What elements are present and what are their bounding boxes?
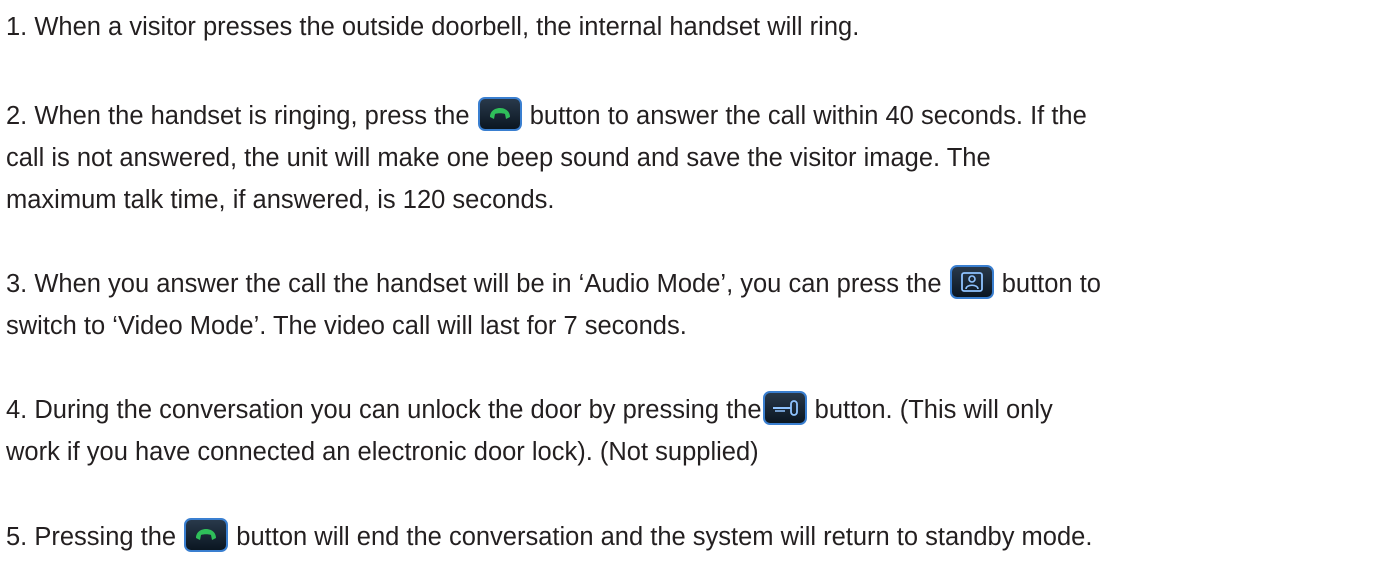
step-5-text-before-icon: 5. Pressing the (6, 523, 177, 551)
step-2-line-3: maximum talk time, if answered, is 120 s… (6, 186, 555, 214)
step-4-line-2: work if you have connected an electronic… (6, 438, 759, 466)
phone-handset-icon (477, 97, 522, 131)
step-3-text-before-icon: 3. When you answer the call the handset … (6, 270, 942, 298)
step-4-text-after-icon: button. (This will only (814, 396, 1053, 424)
step-2-text-before-icon: 2. When the handset is ringing, press th… (6, 102, 470, 130)
step-5-text-after-icon: button will end the conversation and the… (236, 523, 1093, 551)
step-5: 5. Pressing the button will end the conv… (6, 516, 1092, 558)
person-monitor-icon (949, 265, 994, 299)
step-2-line-2: call is not answered, the unit will make… (6, 144, 991, 172)
step-4: 4. During the conversation you can unloc… (6, 389, 1053, 473)
step-1-line-1: 1. When a visitor presses the outside do… (6, 13, 860, 41)
step-3-line-2: switch to ‘Video Mode’. The video call w… (6, 312, 687, 340)
key-icon (762, 391, 807, 425)
step-3: 3. When you answer the call the handset … (6, 263, 1101, 347)
step-5-line-1: 5. Pressing the button will end the conv… (6, 516, 1092, 558)
step-4-text-before-icon: 4. During the conversation you can unloc… (6, 396, 762, 424)
step-2: 2. When the handset is ringing, press th… (6, 95, 1087, 221)
step-3-text-after-icon: button to (1001, 270, 1101, 298)
step-2-text-after-icon: button to answer the call within 40 seco… (529, 102, 1087, 130)
step-1: 1. When a visitor presses the outside do… (6, 6, 859, 48)
phone-handset-icon (184, 518, 229, 552)
step-3-line-1: 3. When you answer the call the handset … (6, 263, 1101, 305)
step-2-line-1: 2. When the handset is ringing, press th… (6, 95, 1087, 137)
step-4-line-1: 4. During the conversation you can unloc… (6, 389, 1053, 431)
